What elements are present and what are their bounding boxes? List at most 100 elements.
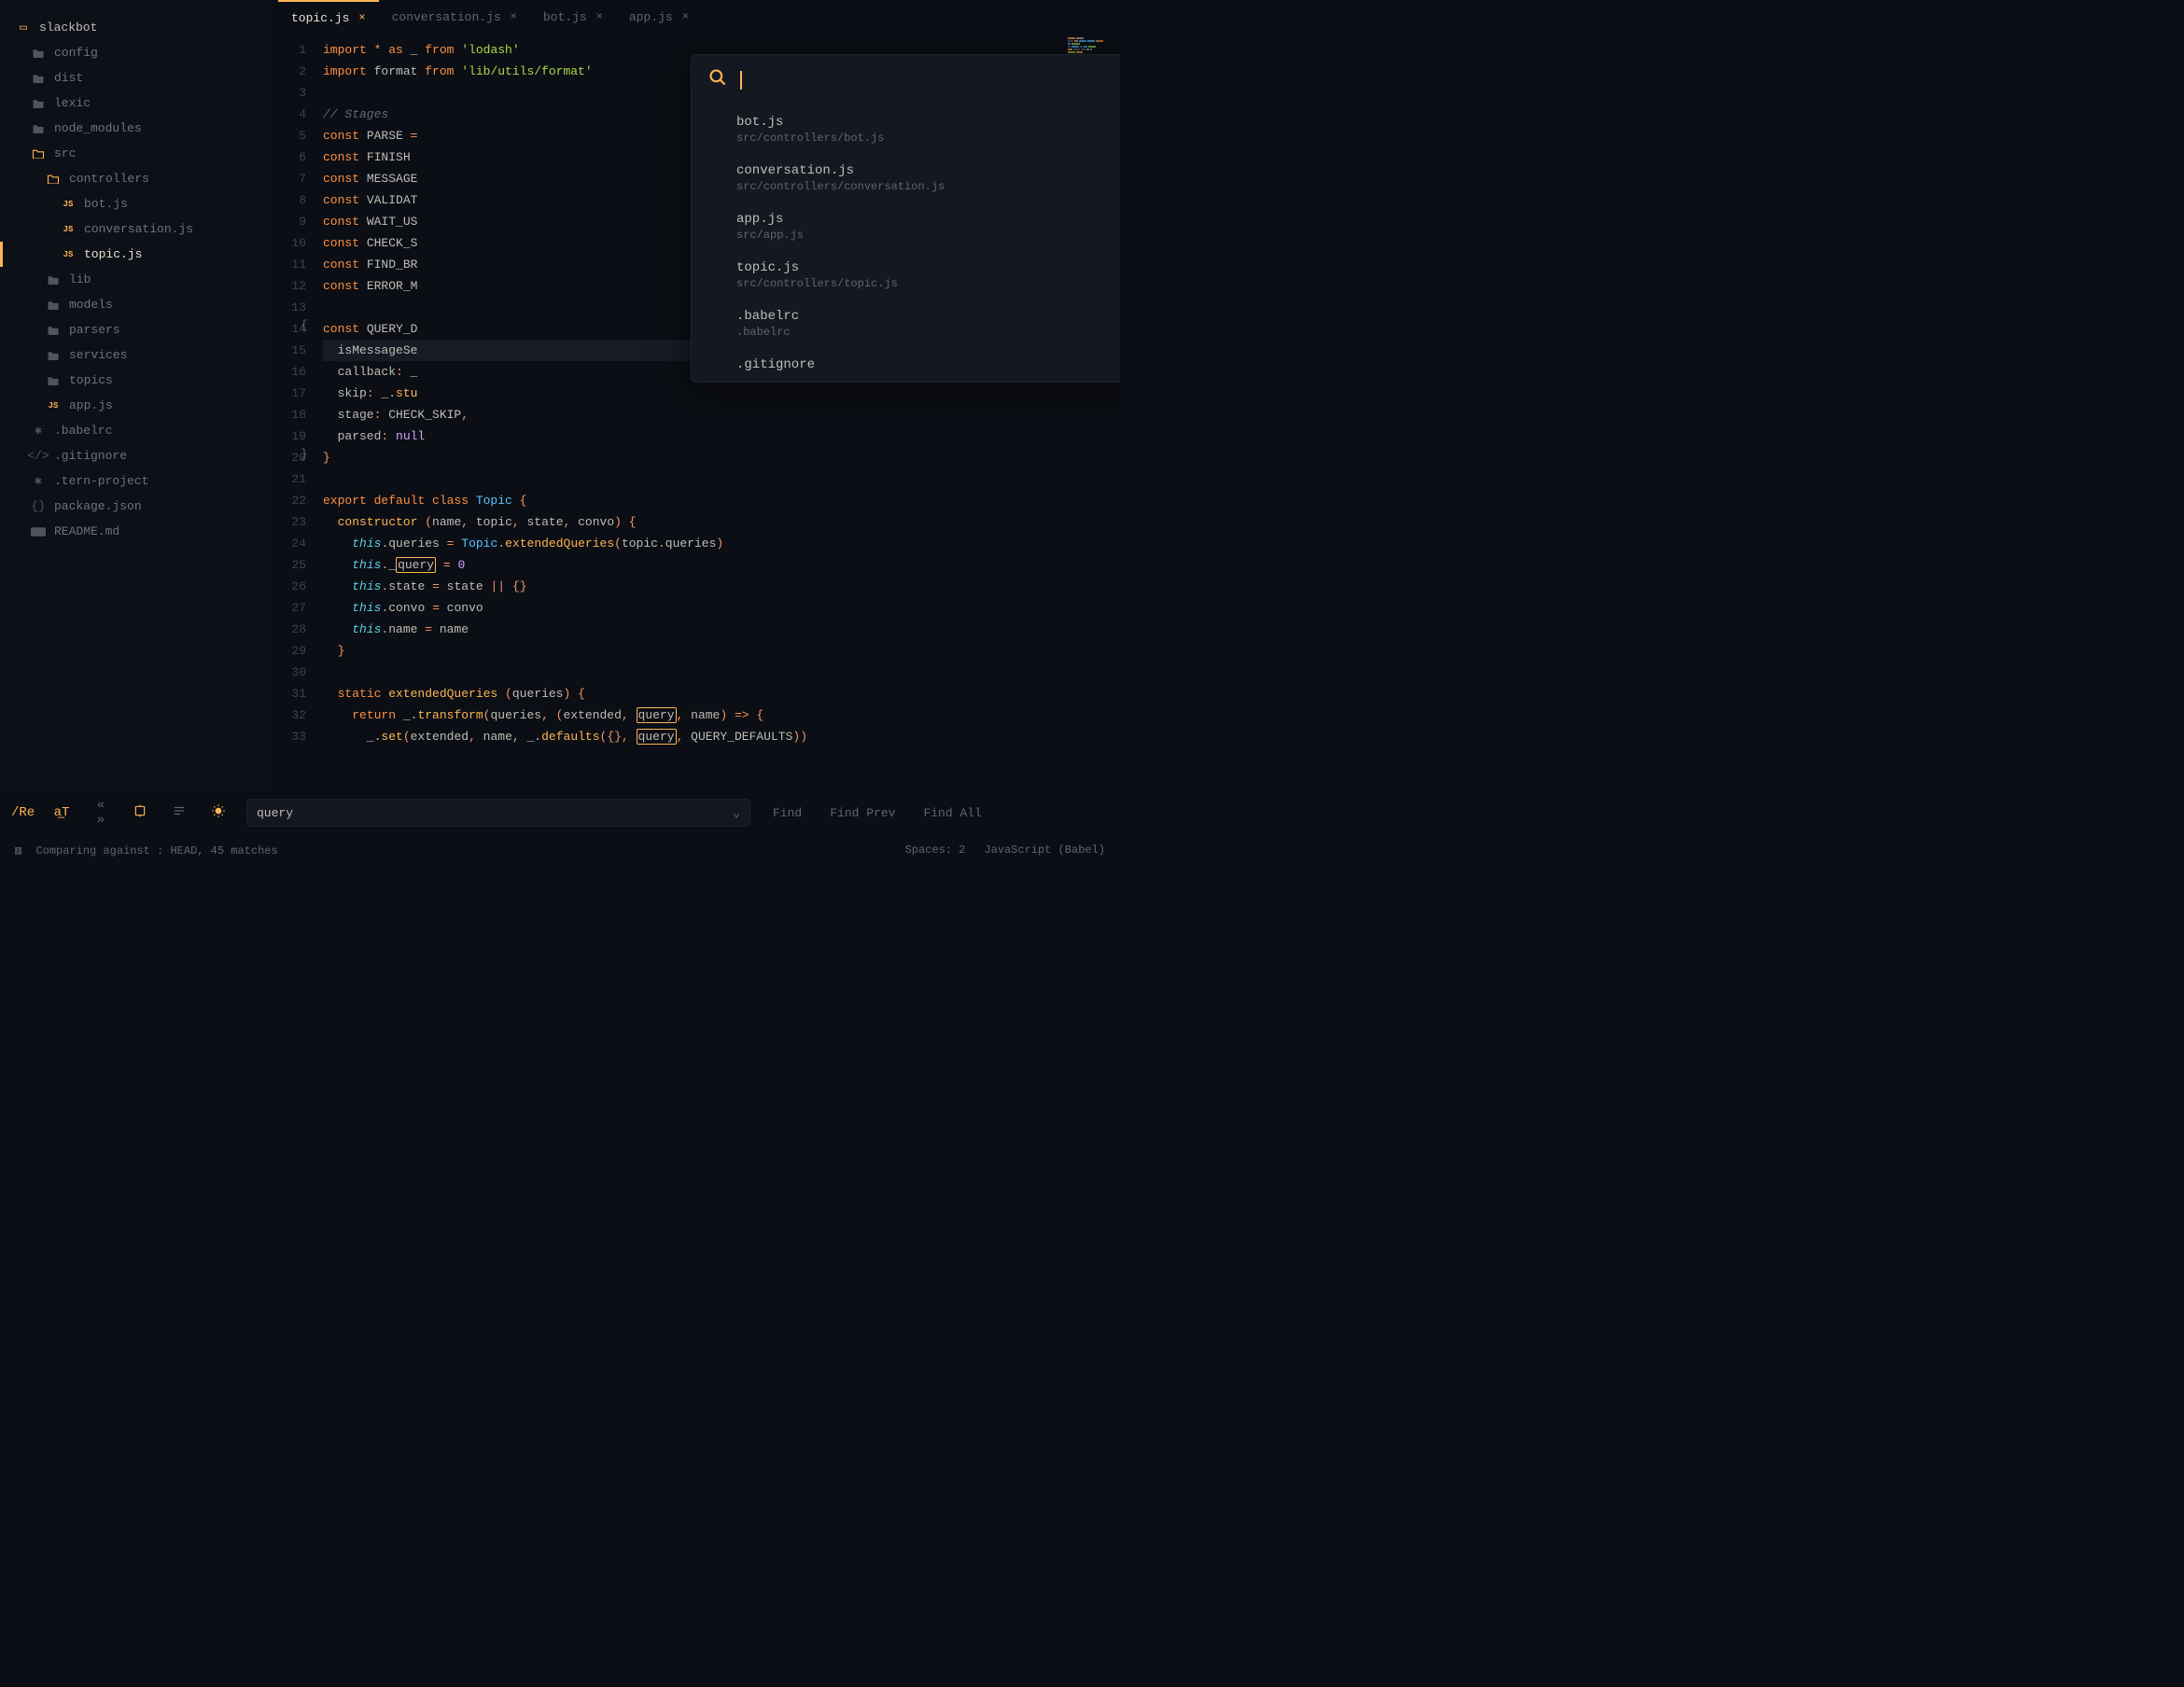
tree-item-label: config <box>54 46 98 60</box>
tree-item-label: conversation.js <box>84 222 193 236</box>
palette-item-bot-js[interactable]: bot.jssrc/controllers/bot.js <box>692 105 1120 154</box>
asterisk-icon: ✱ <box>30 424 47 438</box>
status-left: ▥ Comparing against : HEAD, 45 matches <box>15 844 278 857</box>
find-button[interactable]: Find <box>767 806 807 820</box>
selection-icon[interactable] <box>129 804 151 822</box>
folder-icon <box>45 274 62 285</box>
tree-item-label: lexic <box>54 96 91 110</box>
braces-icon: {} <box>30 499 47 513</box>
tree-item-services[interactable]: services <box>0 342 271 368</box>
tab-label: conversation.js <box>392 10 501 24</box>
tab-label: app.js <box>629 10 673 24</box>
close-icon[interactable]: × <box>511 10 517 23</box>
tree-item-label: .gitignore <box>54 449 127 463</box>
chevron-down-icon[interactable]: ⌄ <box>733 806 740 820</box>
close-icon[interactable]: × <box>682 10 689 23</box>
folder-icon <box>30 48 47 58</box>
folder-icon <box>45 350 62 360</box>
regex-icon[interactable]: /Re <box>11 805 34 820</box>
tree-item-config[interactable]: config <box>0 40 271 65</box>
tree-item-lib[interactable]: lib <box>0 267 271 292</box>
find-input[interactable]: query ⌄ <box>246 799 750 827</box>
tree-item-lexic[interactable]: lexic <box>0 91 271 116</box>
tree-item-node-modules[interactable]: node_modules <box>0 116 271 141</box>
js-file-icon: JS <box>45 401 62 411</box>
js-file-icon: JS <box>60 250 77 259</box>
tree-item-label: .babelrc <box>54 424 112 438</box>
tree-item-label: src <box>54 146 76 160</box>
folder-icon <box>45 375 62 385</box>
tree-item--gitignore[interactable]: </>.gitignore <box>0 443 271 468</box>
search-icon <box>708 68 727 92</box>
command-palette[interactable]: bot.jssrc/controllers/bot.jsconversation… <box>691 54 1120 383</box>
tree-item-models[interactable]: models <box>0 292 271 317</box>
status-lang[interactable]: JavaScript (Babel) <box>984 844 1105 857</box>
tree-root-label: slackbot <box>39 21 97 35</box>
command-palette-results: bot.jssrc/controllers/bot.jsconversation… <box>692 105 1120 382</box>
tree-item-label: topics <box>69 373 113 387</box>
palette-item--babelrc[interactable]: .babelrc.babelrc <box>692 300 1120 348</box>
tree-item-label: README.md <box>54 524 119 538</box>
folder-open-icon <box>30 148 47 159</box>
tree-item-label: controllers <box>69 172 149 186</box>
tree-item-conversation-js[interactable]: JS conversation.js <box>0 216 271 242</box>
tree-item--babelrc[interactable]: ✱ .babelrc <box>0 418 271 443</box>
highlight-icon[interactable] <box>207 803 230 823</box>
tree-item-app-js[interactable]: JSapp.js <box>0 393 271 418</box>
tree-item-topic-js[interactable]: JS topic.js <box>0 242 271 267</box>
folder-open-icon: ▭ <box>15 21 32 35</box>
tree-item-label: topic.js <box>84 247 142 261</box>
palette-item--gitignore[interactable]: .gitignore <box>692 348 1120 382</box>
close-icon[interactable]: × <box>596 10 603 23</box>
folder-icon <box>30 98 47 108</box>
wrap-icon[interactable] <box>168 804 190 822</box>
tree-item-topics[interactable]: topics <box>0 368 271 393</box>
status-spaces[interactable]: Spaces: 2 <box>905 844 966 857</box>
tree-item-src[interactable]: src <box>0 141 271 166</box>
palette-item-path: src/controllers/bot.js <box>736 132 1120 145</box>
palette-item-title: .gitignore <box>736 357 1120 372</box>
js-file-icon: JS <box>60 225 77 234</box>
tree-item-package-json[interactable]: {} package.json <box>0 494 271 519</box>
tree-item-label: parsers <box>69 323 120 337</box>
close-icon[interactable]: × <box>358 11 365 24</box>
folder-icon <box>30 73 47 83</box>
tab-app-js[interactable]: app.js × <box>616 0 702 34</box>
tree-item-label: dist <box>54 71 83 85</box>
palette-item-path: src/app.js <box>736 229 1120 242</box>
status-bar: ▥ Comparing against : HEAD, 45 matches S… <box>0 835 1120 865</box>
find-all-button[interactable]: Find All <box>917 806 987 820</box>
js-file-icon: JS <box>60 200 77 209</box>
palette-item-path: src/controllers/conversation.js <box>736 180 1120 193</box>
find-prev-button[interactable]: Find Prev <box>824 806 901 820</box>
palette-item-path: src/controllers/topic.js <box>736 277 1120 290</box>
palette-item-title: conversation.js <box>736 163 1120 178</box>
palette-item-topic-js[interactable]: topic.jssrc/controllers/topic.js <box>692 251 1120 300</box>
tree-item-controllers[interactable]: controllers <box>0 166 271 191</box>
command-palette-input[interactable] <box>692 55 1120 105</box>
folder-open-icon <box>45 174 62 184</box>
tree-item--tern-project[interactable]: ✱.tern-project <box>0 468 271 494</box>
tree-item-label: services <box>69 348 127 362</box>
tree-item-parsers[interactable]: parsers <box>0 317 271 342</box>
folder-icon <box>45 300 62 310</box>
word-icon[interactable]: « » <box>90 798 112 828</box>
palette-item-conversation-js[interactable]: conversation.js src/controllers/conversat… <box>692 154 1120 202</box>
palette-item-app-js[interactable]: app.jssrc/app.js <box>692 202 1120 251</box>
file-tree[interactable]: ▭ slackbot config dist lexic node_modulessr… <box>0 0 271 790</box>
tree-item-README-md[interactable]: README.md <box>0 519 271 544</box>
tab-conversation-js[interactable]: conversation.js × <box>379 0 530 34</box>
find-bar: /Re a͟T « » query ⌄ Find Find Prev Find … <box>0 790 1120 835</box>
tree-item-bot-js[interactable]: JSbot.js <box>0 191 271 216</box>
tab-topic-js[interactable]: topic.js× <box>278 0 379 34</box>
tree-item-label: models <box>69 298 113 312</box>
panel-icon[interactable]: ▥ <box>15 844 21 857</box>
tree-item-dist[interactable]: dist <box>0 65 271 91</box>
tree-item-label: package.json <box>54 499 142 513</box>
case-icon[interactable]: a͟T <box>50 805 73 820</box>
asterisk-icon: ✱ <box>30 474 47 488</box>
tab-bot-js[interactable]: bot.js× <box>530 0 616 34</box>
folder-icon <box>30 123 47 133</box>
tree-root[interactable]: ▭ slackbot <box>0 15 271 40</box>
md-icon <box>30 527 47 537</box>
